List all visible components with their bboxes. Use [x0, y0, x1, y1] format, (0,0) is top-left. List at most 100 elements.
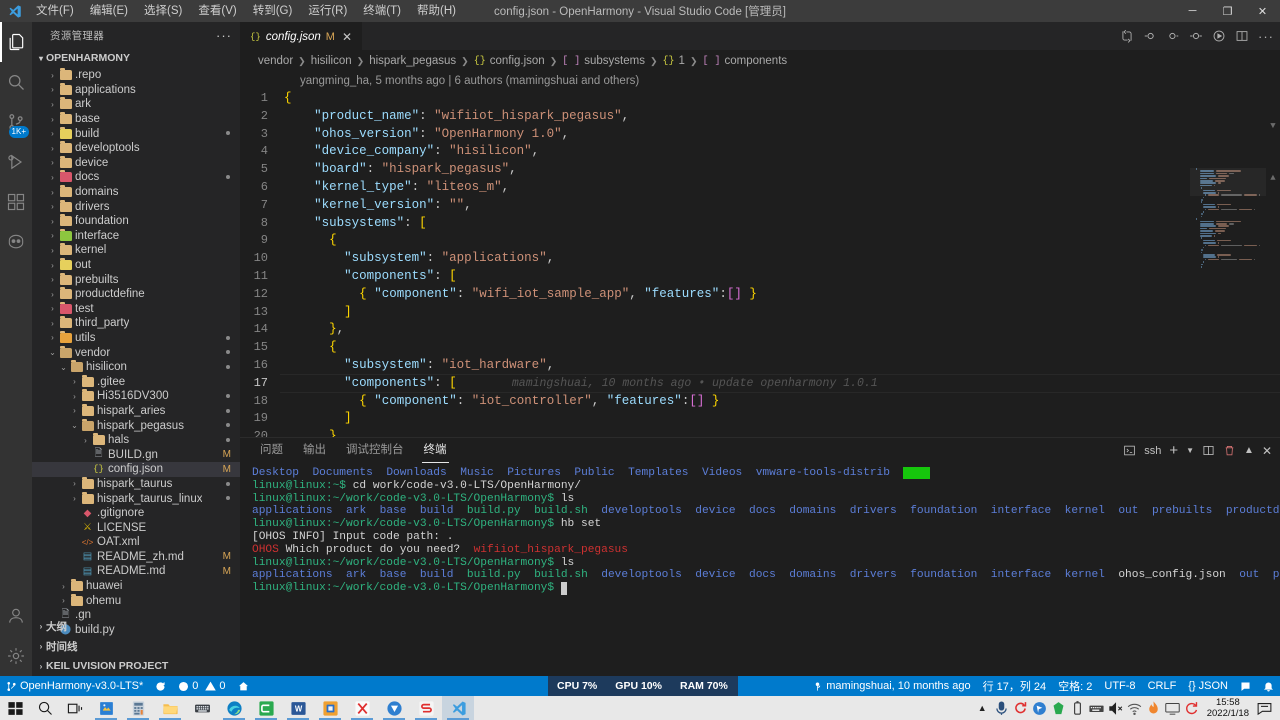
mic-icon[interactable] — [992, 696, 1011, 720]
source-control-icon[interactable]: 1K+ — [0, 102, 32, 142]
status-branch[interactable]: OpenHarmony-v3.0-LTS* — [0, 676, 149, 696]
panel-toolbar[interactable]: ssh + ▼ ▲ ✕ — [1123, 438, 1272, 463]
tree-item-huawei[interactable]: › huawei — [32, 579, 240, 594]
tree-item-productdefine[interactable]: › productdefine — [32, 287, 240, 302]
status-feedback-icon[interactable] — [1234, 676, 1257, 696]
run-debug-icon[interactable] — [0, 142, 32, 182]
breadcrumb-components[interactable]: components — [725, 55, 788, 67]
line-content[interactable]: "product_name": "wifiiot_hispark_pegasus… — [284, 108, 1280, 126]
line-content[interactable]: "kernel_version": "", — [284, 197, 1280, 215]
keyboard-icon[interactable] — [186, 696, 218, 720]
wechat-icon[interactable] — [250, 696, 282, 720]
scroll-up-arrow[interactable]: ▲ — [1268, 170, 1278, 188]
chevron-right-icon[interactable]: › — [58, 596, 69, 605]
code-line-19[interactable]: 19 ] — [240, 410, 1280, 428]
tree-item--repo[interactable]: › .repo — [32, 68, 240, 83]
minimize-button[interactable]: ─ — [1175, 0, 1210, 22]
xshell-icon[interactable] — [346, 696, 378, 720]
terminal-output[interactable]: Desktop Documents Downloads Music Pictur… — [240, 463, 1280, 673]
breadcrumb-subsystems[interactable]: subsystems — [584, 55, 645, 67]
chevron-right-icon[interactable]: › — [47, 144, 58, 153]
panel-tab-debug-console[interactable]: 调试控制台 — [336, 438, 414, 463]
file-explorer-icon[interactable] — [154, 696, 186, 720]
code-line-9[interactable]: 9 { — [240, 232, 1280, 250]
tab-close-icon[interactable]: ✕ — [342, 30, 352, 44]
tree-item-hispark-taurus[interactable]: › hispark_taurus — [32, 476, 240, 492]
remote-explorer-icon[interactable] — [0, 222, 32, 262]
search-icon[interactable] — [30, 696, 60, 720]
search-icon[interactable] — [0, 62, 32, 102]
maximize-panel-icon[interactable]: ▲ — [1244, 445, 1254, 456]
code-editor[interactable]: 1{2 "product_name": "wifiiot_hispark_peg… — [240, 90, 1280, 437]
wechat2-icon[interactable] — [410, 696, 442, 720]
file-tree[interactable]: › .repo › applications › ark › base › build › devel… — [32, 68, 240, 637]
remove-breakpoint-icon[interactable] — [1166, 29, 1180, 43]
chevron-right-icon[interactable]: › — [47, 129, 58, 138]
tree-item-foundation[interactable]: › foundation — [32, 214, 240, 229]
chevron-right-icon[interactable]: › — [47, 261, 58, 270]
line-content[interactable]: "subsystems": [ — [284, 215, 1280, 233]
tree-item-readme-md[interactable]: ▤ README.md M — [32, 564, 240, 579]
sogou-icon[interactable] — [1011, 696, 1030, 720]
maximize-button[interactable]: ❐ — [1210, 0, 1245, 22]
code-line-8[interactable]: 8 "subsystems": [ — [240, 215, 1280, 233]
chevron-right-icon[interactable]: › — [47, 333, 58, 342]
menu-run[interactable]: 运行(R) — [300, 0, 355, 22]
status-home-icon[interactable] — [232, 676, 255, 696]
close-button[interactable]: ✕ — [1245, 0, 1280, 22]
code-line-3[interactable]: 3 "ohos_version": "OpenHarmony 1.0", — [240, 126, 1280, 144]
tree-item--gitignore[interactable]: ◆ .gitignore — [32, 506, 240, 521]
tree-item-build[interactable]: › build — [32, 126, 240, 141]
calculator-icon[interactable] — [122, 696, 154, 720]
tree-item-config-json[interactable]: {} config.json M — [32, 462, 240, 477]
tab-config-json[interactable]: {} config.json M ✕ — [240, 22, 363, 50]
close-panel-icon[interactable]: ✕ — [1262, 444, 1272, 458]
code-line-6[interactable]: 6 "kernel_type": "liteos_m", — [240, 179, 1280, 197]
wifi-icon[interactable] — [1125, 696, 1144, 720]
status-sync-icon[interactable] — [149, 676, 172, 696]
add-breakpoint-icon[interactable] — [1143, 29, 1157, 43]
notification-icon[interactable] — [1255, 696, 1274, 720]
code-line-2[interactable]: 2 "product_name": "wifiiot_hispark_pegas… — [240, 108, 1280, 126]
chevron-right-icon[interactable]: › — [47, 319, 58, 328]
status-git-blame[interactable]: mamingshuai, 10 months ago — [806, 676, 976, 696]
start-icon[interactable] — [0, 696, 30, 720]
menu-edit[interactable]: 编辑(E) — [82, 0, 136, 22]
tree-item-applications[interactable]: › applications — [32, 82, 240, 98]
tree-item-developtools[interactable]: › developtools — [32, 141, 240, 156]
menu-terminal[interactable]: 终端(T) — [355, 0, 409, 22]
chevron-right-icon[interactable]: › — [47, 115, 58, 124]
line-content[interactable]: { — [284, 339, 1280, 357]
status-problems[interactable]: 0 0 — [172, 676, 231, 696]
line-content[interactable]: ] — [284, 410, 1280, 428]
tree-item-readme-zh-md[interactable]: ▤ README_zh.md M — [32, 550, 240, 565]
tree-item-hisilicon[interactable]: ⌄ hisilicon — [32, 360, 240, 375]
tree-item-hi3516dv300[interactable]: › Hi3516DV300 — [32, 389, 240, 404]
line-content[interactable]: "device_company": "hisilicon", — [284, 143, 1280, 161]
chevron-up-icon[interactable]: ▲ — [973, 696, 992, 720]
chevron-right-icon[interactable]: › — [80, 436, 91, 445]
split-terminal-icon[interactable] — [1202, 444, 1215, 457]
chevron-right-icon[interactable]: › — [47, 304, 58, 313]
line-content[interactable]: { "component": "iot_controller", "featur… — [284, 393, 1280, 411]
chevron-right-icon[interactable]: › — [69, 479, 80, 488]
breadcrumb-hispark-pegasus[interactable]: hispark_pegasus — [369, 55, 456, 67]
panel-tab-problems[interactable]: 问题 — [250, 438, 293, 463]
tree-item-interface[interactable]: › interface — [32, 228, 240, 244]
browser-icon[interactable] — [1030, 696, 1049, 720]
breadcrumb[interactable]: vendor ❯ hisilicon ❯ hispark_pegasus ❯ {… — [240, 50, 1280, 72]
display-icon[interactable] — [1163, 696, 1182, 720]
line-content[interactable]: "subsystem": "iot_hardware", — [284, 357, 1280, 375]
line-content[interactable]: "board": "hispark_pegasus", — [284, 161, 1280, 179]
tree-item-utils[interactable]: › utils — [32, 330, 240, 346]
chevron-right-icon[interactable]: › — [47, 290, 58, 299]
status-language-mode[interactable]: {} JSON — [1182, 676, 1234, 696]
tree-item-vendor[interactable]: ⌄ vendor — [32, 345, 240, 360]
chevron-right-icon[interactable]: › — [47, 202, 58, 211]
chevron-right-icon[interactable]: › — [69, 377, 80, 386]
tree-item-prebuilts[interactable]: › prebuilts — [32, 272, 240, 287]
line-content[interactable]: { — [284, 232, 1280, 250]
line-content[interactable]: "kernel_type": "liteos_m", — [284, 179, 1280, 197]
gear-icon[interactable] — [0, 636, 32, 676]
tree-item-test[interactable]: › test — [32, 301, 240, 317]
